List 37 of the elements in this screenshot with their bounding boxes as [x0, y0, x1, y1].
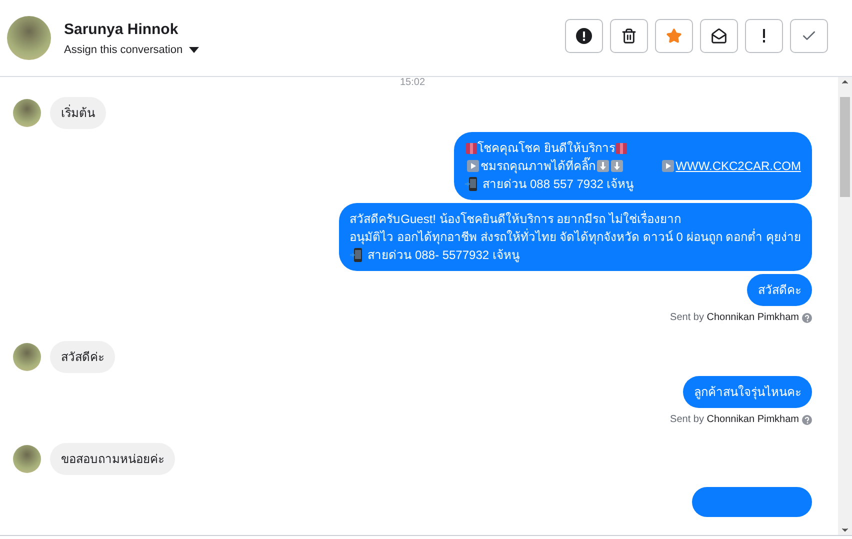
phone-emoji-icon: [464, 177, 478, 191]
avatar-photo-placeholder: [7, 16, 51, 60]
toolbar-button[interactable]: [610, 19, 648, 53]
play-emoji-icon: [466, 160, 479, 172]
message-bubble: ขอสอบถามหน่อยค่ะ: [50, 443, 175, 475]
down-arrow-emoji-icon: [610, 160, 623, 172]
phone-emoji-icon: [350, 248, 363, 262]
toolbar-button[interactable]: [565, 19, 603, 53]
contact-name: Sarunya Hinnok: [64, 20, 180, 38]
message-bubble: โชคคุณโชค ยินดีให้บริการ ชมรถคุณภาพได้ที่คลิ๊ก WWW.CKC2CAR.COM สายด่วน 088 557 7932 เจ้หนู: [454, 132, 812, 200]
avatar-photo-placeholder: [13, 99, 41, 127]
message-bubble: สวัสดีคะ: [747, 274, 812, 306]
gift-emoji-icon: [616, 142, 628, 154]
website-link[interactable]: WWW.CKC2CAR.COM: [676, 157, 801, 175]
help-icon: [802, 414, 812, 424]
toolbar-button[interactable]: [700, 19, 738, 53]
caret-icon: [188, 46, 199, 52]
assign-dropdown[interactable]: Assign this conversation: [64, 44, 199, 56]
sent-by-label: Sent by Chonnikan Pimkham: [670, 414, 799, 425]
scrollbar-thumb[interactable]: [840, 97, 850, 197]
message-bubble: สวัสดีค่ะ: [50, 341, 115, 373]
message-bubble: ลูกค้าสนใจรุ่นไหนคะ: [683, 376, 812, 408]
play-emoji-icon: [662, 160, 674, 172]
star-icon: [666, 28, 682, 44]
exclamation-icon: [762, 29, 766, 43]
sent-by-label: Sent by Chonnikan Pimkham: [670, 312, 799, 323]
message-bubble: เริ่มต้น: [50, 97, 106, 129]
help-icon: [802, 312, 812, 322]
avatar-photo-placeholder: [13, 445, 41, 473]
trash-icon: [621, 28, 637, 44]
down-arrow-emoji-icon: [596, 160, 609, 172]
mail-open-icon: [711, 28, 727, 44]
gift-emoji-icon: [466, 142, 477, 154]
message-bubble: สวัสดีครับGuest! น้องโชคยินดีให้บริการ อยากมีรถ ไม่ใช่เรื่องยาก อนุมัติไว ออกได้ทุกอาชีพ ส่งรถให้ทั่วไทย จัดได้ทุกจังหวัด ดาวน์ 0 ผ่อนถูก ดอกต่ำ คุยง่าย สายด่วน 088- 5577932 เจ้หนู: [338, 203, 812, 271]
avatar-photo-placeholder: [13, 343, 41, 371]
alert-icon: [576, 28, 592, 44]
timestamp: 15:02: [400, 77, 426, 89]
